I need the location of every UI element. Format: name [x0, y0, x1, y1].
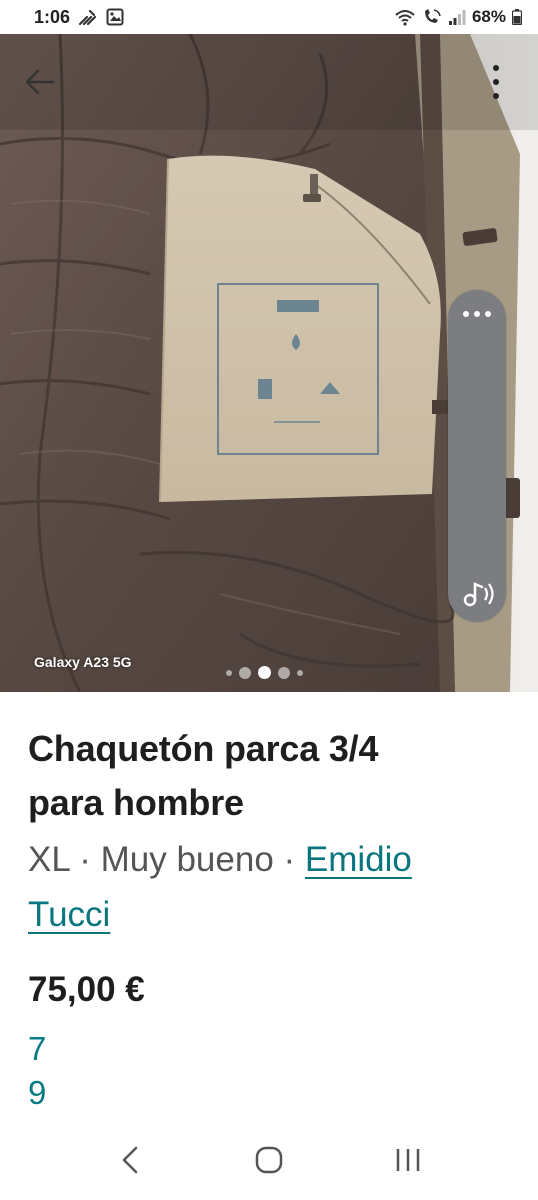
camera-watermark: Galaxy A23 5G: [34, 654, 132, 670]
listing-title-line2: para hombre: [28, 782, 244, 823]
back-arrow-icon: [25, 69, 55, 95]
status-bar: 1:06 68%: [0, 0, 538, 34]
meta-separator: ·: [69, 840, 101, 879]
price-label: 75,00 €: [28, 970, 145, 1009]
pager-dot: [297, 669, 303, 676]
pager-dot-active: [258, 666, 271, 679]
signal-icon: [448, 9, 466, 25]
sound-icon: [463, 582, 494, 607]
gallery-notification-icon: [106, 8, 124, 26]
brand-link-part2: Tucci: [28, 895, 111, 934]
size-label: XL: [28, 840, 70, 879]
carousel-pager: [226, 666, 303, 679]
pager-dot: [278, 666, 290, 679]
listing-details: Chaquetón parca 3/4 para hombre XL · Muy…: [28, 722, 518, 942]
meta-separator: ·: [273, 840, 305, 879]
overflow-dots-icon[interactable]: [448, 304, 506, 324]
battery-percent: 68%: [471, 7, 506, 26]
condition-label: Muy bueno: [100, 840, 274, 879]
more-options-button[interactable]: [476, 60, 516, 104]
nav-recents-button[interactable]: [378, 1130, 438, 1190]
bolt-notification-icon: [78, 8, 98, 26]
brand-link-part1: Emidio: [304, 840, 412, 879]
floating-side-panel[interactable]: [448, 290, 506, 622]
nav-back-button[interactable]: [100, 1130, 160, 1190]
nav-back-icon: [122, 1146, 137, 1174]
listing-number-2: 9: [28, 1074, 47, 1111]
pager-dot: [226, 669, 232, 676]
battery-icon: [512, 9, 522, 25]
call-icon: [422, 8, 442, 26]
nav-recents-icon: [397, 1149, 420, 1171]
pager-dot: [239, 666, 251, 679]
listing-title: Chaquetón parca 3/4 para hombre: [28, 722, 518, 830]
nav-home-button[interactable]: [239, 1130, 299, 1190]
listing-title-line1: Chaquetón parca 3/4: [28, 728, 379, 769]
sound-button[interactable]: [456, 576, 498, 612]
system-nav-bar: [0, 1120, 538, 1200]
listing-number-1: 7: [28, 1030, 47, 1067]
more-vert-icon: [493, 65, 499, 99]
wifi-icon: [394, 8, 416, 26]
product-photo-carousel[interactable]: Galaxy A23 5G: [0, 34, 538, 692]
nav-home-icon: [255, 1146, 283, 1174]
back-button[interactable]: [20, 62, 60, 102]
status-time: 1:06: [34, 6, 71, 27]
photo-top-bar: [0, 34, 538, 130]
listing-meta: XL · Muy bueno · Emidio Tucci: [28, 832, 518, 942]
